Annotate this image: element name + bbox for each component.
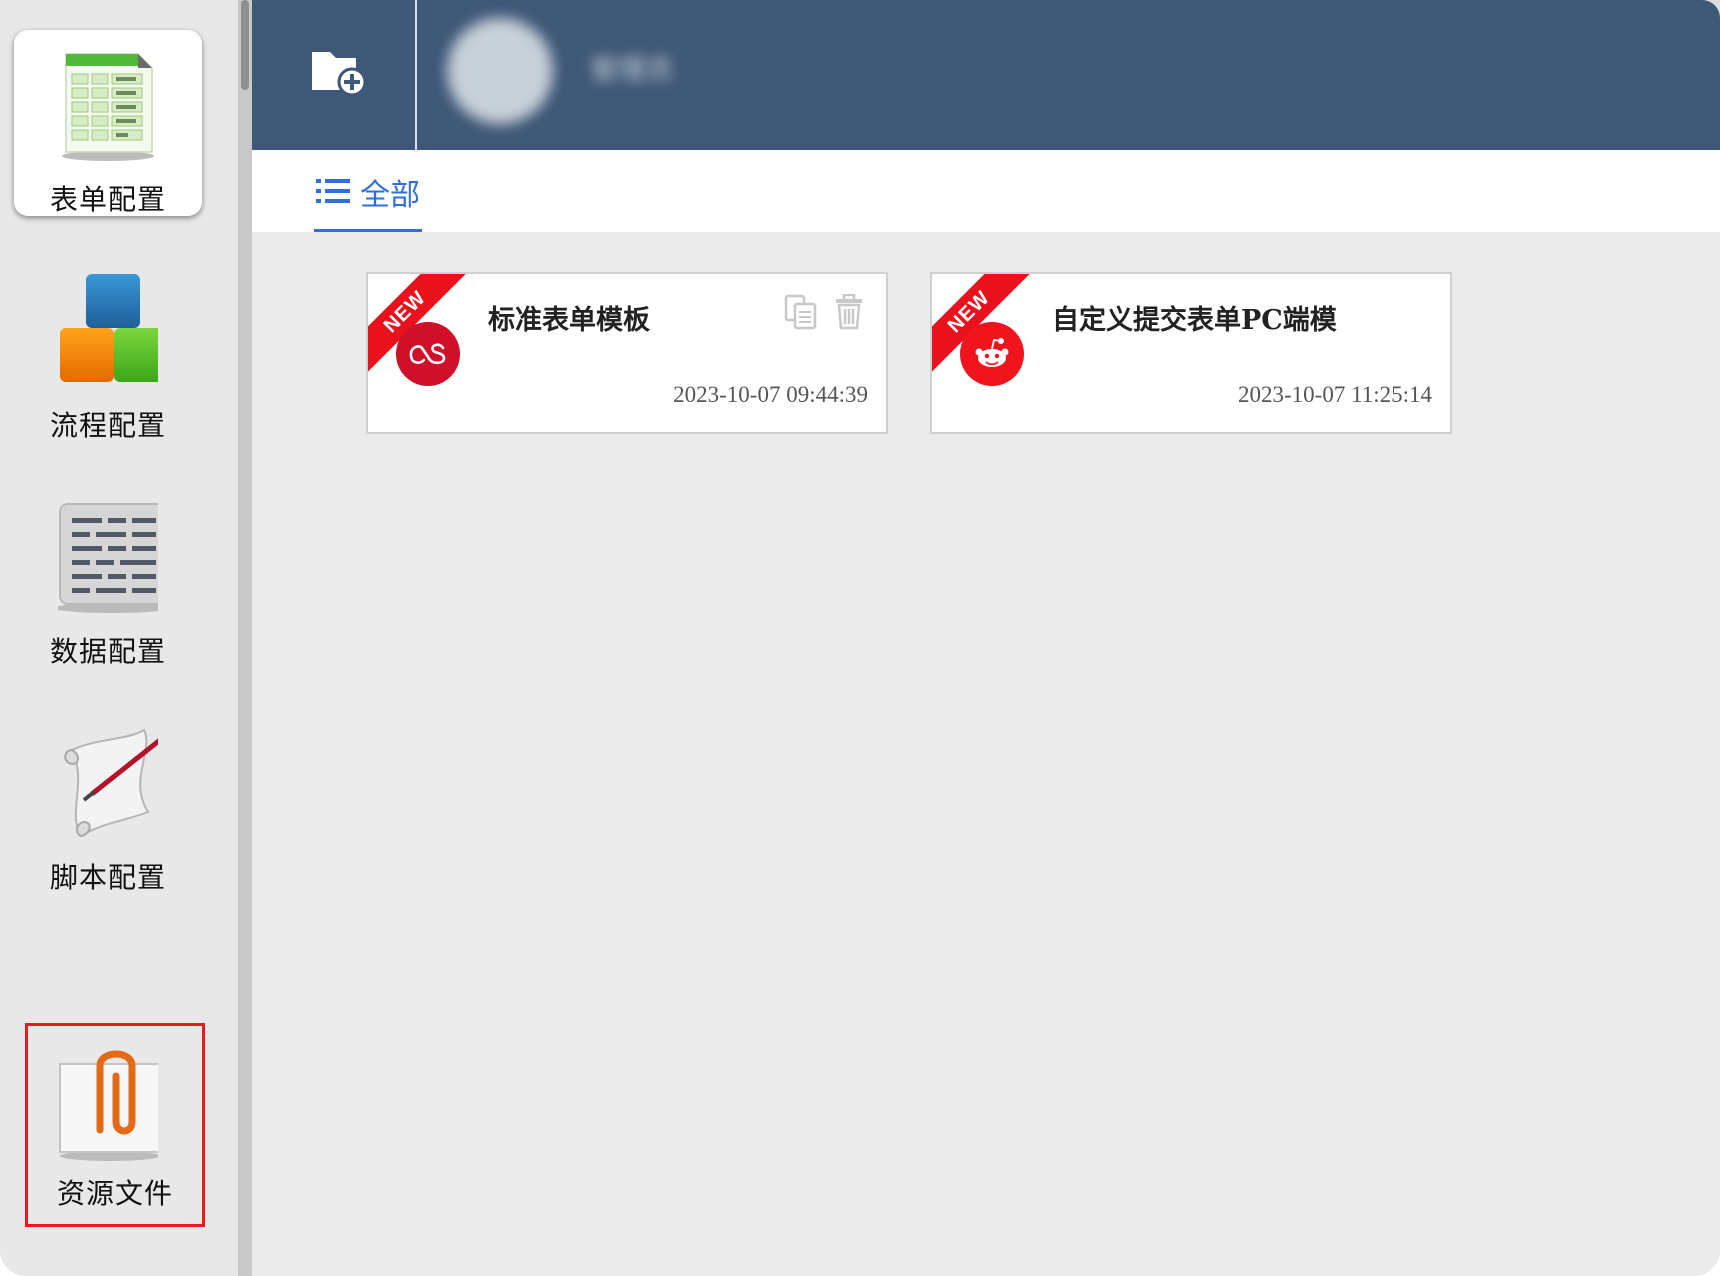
- user-name[interactable]: 管理员: [590, 48, 730, 85]
- card-title: 标准表单模板: [488, 305, 650, 336]
- lastfm-logo-icon: [396, 322, 460, 386]
- sidebar-item-label: 数据配置: [49, 635, 166, 668]
- tab-bar: 全部: [252, 150, 1720, 232]
- form-sheet-icon: [62, 53, 154, 161]
- template-card[interactable]: NEW 自定义提交表单PC端模 2023-10-07 11:25:14: [930, 272, 1452, 434]
- header-bar: 管理员: [252, 0, 1720, 150]
- tab-all[interactable]: 全部: [314, 170, 422, 232]
- app-window: 表单配置 流程配置 数据配置 脚本配置 资源文件 管理员 全部 NEW 标准表单…: [0, 0, 1720, 1276]
- content-area: NEW 标准表单模板 2023-10-07 09:44:39 NEW 自定义提交…: [252, 232, 1720, 1276]
- header-divider: [415, 0, 417, 150]
- process-blocks-icon: [60, 274, 158, 382]
- sidebar-item-data-config[interactable]: 数据配置: [14, 482, 202, 668]
- sidebar-item-process-config[interactable]: 流程配置: [14, 256, 202, 442]
- sidebar-item-resource-files[interactable]: 资源文件: [25, 1023, 205, 1227]
- data-grid-icon: [58, 503, 158, 613]
- tab-label: 全部: [360, 178, 420, 213]
- sidebar-item-label: 表单配置: [49, 183, 166, 216]
- new-folder-icon[interactable]: [310, 44, 366, 96]
- copy-icon[interactable]: [784, 294, 818, 330]
- avatar[interactable]: [447, 18, 553, 124]
- card-timestamp: 2023-10-07 09:44:39: [673, 382, 868, 407]
- list-icon: [316, 179, 350, 203]
- card-title: 自定义提交表单PC端模: [1052, 305, 1337, 336]
- paperclip-file-icon: [59, 1050, 158, 1161]
- sidebar-item-label: 流程配置: [49, 409, 166, 442]
- sidebar-item-label: 资源文件: [56, 1177, 173, 1210]
- sidebar-item-form-config[interactable]: 表单配置: [14, 30, 202, 216]
- sidebar-scrollbar[interactable]: [238, 0, 252, 1276]
- reddit-logo-icon: [960, 322, 1024, 386]
- scrollbar-thumb[interactable]: [241, 0, 249, 90]
- sidebar-item-script-config[interactable]: 脚本配置: [14, 708, 202, 894]
- card-timestamp: 2023-10-07 11:25:14: [1238, 382, 1432, 407]
- sidebar-item-label: 脚本配置: [49, 861, 166, 894]
- sidebar: 表单配置 流程配置 数据配置 脚本配置 资源文件: [0, 0, 238, 1276]
- trash-icon[interactable]: [832, 294, 866, 330]
- template-card[interactable]: NEW 标准表单模板 2023-10-07 09:44:39: [366, 272, 888, 434]
- script-scroll-icon: [64, 728, 158, 838]
